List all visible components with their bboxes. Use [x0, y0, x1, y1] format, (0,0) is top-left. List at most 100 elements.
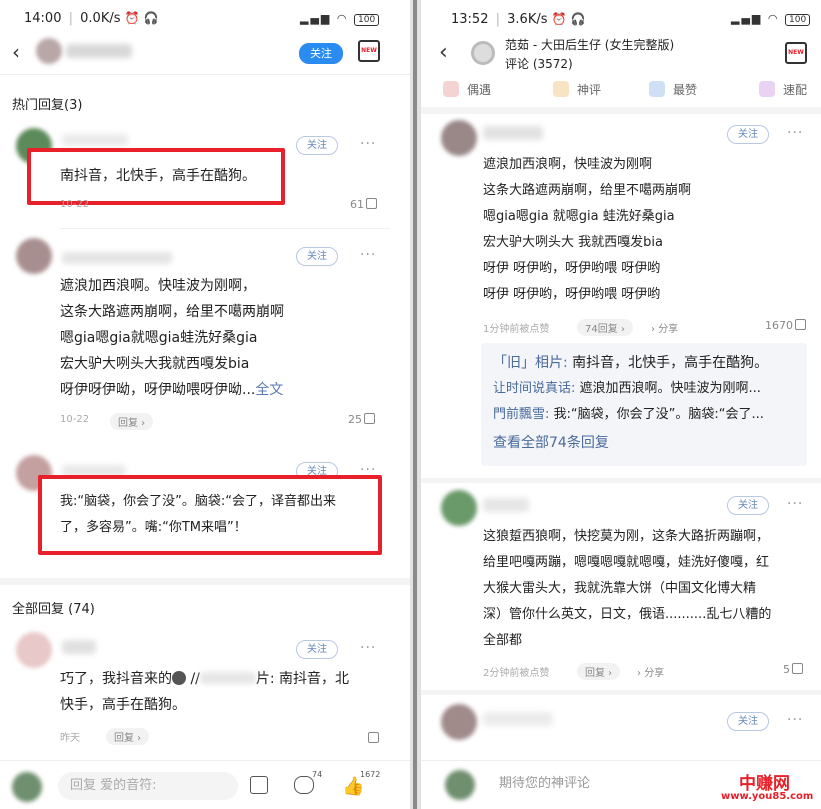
comment-line: 深）管你什么英文，日文，俄语..........乱七八糟的: [483, 607, 772, 622]
thumb-up-icon: [364, 413, 375, 424]
comment-icon[interactable]: [294, 776, 314, 794]
comment-line: 呀伊 呀伊哟，呀伊哟喂 呀伊哟: [483, 287, 661, 302]
reply-button[interactable]: 回复 ›: [106, 726, 150, 745]
tab-encounter[interactable]: 偶遇: [443, 81, 491, 98]
new-badge-icon[interactable]: NEW: [358, 40, 380, 62]
more-options-icon[interactable]: ···: [787, 712, 803, 728]
comment-line: 我:“脑袋，你会了没”。脑袋:“会了，译音都出来: [60, 494, 336, 509]
album-cover-icon[interactable]: [471, 41, 495, 65]
new-badge-icon[interactable]: NEW: [785, 42, 807, 64]
more-options-icon[interactable]: ···: [787, 496, 803, 512]
more-options-icon[interactable]: ···: [360, 640, 376, 656]
username-blurred: [62, 640, 96, 654]
like-count: 1672: [360, 770, 381, 779]
avatar[interactable]: [36, 38, 62, 64]
username-blurred: [62, 134, 128, 146]
comment-line: 呀伊呀伊呦，呀伊呦喂呀伊呦...全文: [60, 382, 284, 398]
username-blurred: [66, 44, 132, 58]
follow-button[interactable]: 关注: [727, 496, 769, 515]
back-icon[interactable]: ‹: [439, 40, 448, 65]
like-count[interactable]: 1670: [765, 319, 806, 332]
comment-line: 这条大路遮两崩啊，给里不噶两崩啊: [483, 183, 692, 198]
avatar[interactable]: [441, 490, 477, 526]
comment-line: 快手，高手在酷狗。: [60, 697, 186, 713]
follow-button[interactable]: 关注: [727, 712, 769, 731]
share-button[interactable]: › 分享: [637, 664, 664, 679]
comment-date: 10-22: [60, 414, 90, 425]
like-count[interactable]: 5: [783, 663, 803, 676]
right-screenshot: 13:52 | 3.6K/s ⏰ 🎧 ▂▄▆ ◠ 100 ‹ 范茹 - 大田后生…: [421, 0, 821, 809]
follow-button[interactable]: 关注: [299, 43, 343, 64]
tabs-separator: [421, 107, 821, 114]
comment-line: 巧了，我抖音来的 //片: 南抖音，北: [60, 671, 350, 687]
section-separator: [0, 578, 410, 585]
reply-button[interactable]: 回复 ›: [577, 661, 621, 680]
alarm-icon: ⏰: [551, 12, 567, 26]
bottom-divider: [0, 760, 410, 761]
headphone-icon: 🎧: [143, 11, 159, 25]
comment-date: 昨天: [60, 733, 80, 744]
username-blurred: [483, 126, 543, 140]
share-button[interactable]: › 分享: [651, 320, 678, 335]
follow-button[interactable]: 关注: [296, 640, 338, 659]
sub-reply-3[interactable]: 門前飄雪: 我:“脑袋，你会了没”。脑袋:“会了...: [493, 402, 764, 428]
sub-reply-2[interactable]: 让时间说真话: 遮浪加西浪啊。快哇波为刚啊...: [493, 376, 761, 402]
comment-text: 这狼踅西狼啊，快挖莫为刚，这条大路折两蹦啊， 给里吧嘎两蹦，嗯嘎嗯嘎就嗯嘎，娃洗…: [483, 524, 771, 654]
header-divider: [0, 74, 410, 75]
comment-date: 10-22: [60, 199, 90, 210]
more-options-icon[interactable]: ···: [360, 136, 376, 152]
follow-button[interactable]: 关注: [296, 247, 338, 266]
comment-line: 呀伊 呀伊哟，呀伊哟喂 呀伊哟: [483, 261, 661, 276]
comment-line: 嗯gia嗯gia就嗯gia蛙洗好桑gia: [60, 330, 258, 346]
follow-button[interactable]: 关注: [296, 136, 338, 155]
comment-line: 这狼踅西狼啊，快挖莫为刚，这条大路折两蹦啊，: [483, 529, 770, 544]
section-separator: [421, 690, 821, 695]
comment-text: 南抖音，北快手，高手在酷狗。: [60, 168, 256, 184]
username-blurred: [483, 712, 553, 726]
reply-input[interactable]: 回复 爱的音符:: [58, 772, 238, 800]
tab-god-comments[interactable]: 神评: [553, 81, 601, 98]
comment-line: 嗯gia嗯gia 就嗯gia 蛙洗好桑gia: [483, 209, 675, 224]
heart-icon: [443, 81, 459, 97]
tab-most-liked[interactable]: 最赞: [649, 81, 697, 98]
comment-line: 遮浪加西浪啊。快哇波为刚啊，: [60, 278, 256, 294]
chat-icon: [553, 81, 569, 97]
thumb-up-icon: [795, 319, 806, 330]
share-icon[interactable]: [250, 776, 268, 794]
avatar[interactable]: [16, 632, 52, 668]
reply-button[interactable]: 74回复 ›: [577, 317, 633, 336]
thumb-up-icon: [368, 732, 379, 743]
more-options-icon[interactable]: ···: [360, 247, 376, 263]
comment-line: 宏大驴大咧头大 我就西嘎发bia: [483, 235, 663, 250]
liked-time: 1分钟前被点赞: [483, 324, 550, 335]
signal-icon: ▂▄▆: [731, 12, 763, 25]
tab-match[interactable]: 速配: [759, 81, 807, 98]
song-title: 范茹 - 大田后生仔 (女生完整版): [505, 38, 675, 52]
comment-line: 这条大路遮两崩啊，给里不噶两崩啊: [60, 304, 284, 320]
thumb-up-icon: [649, 81, 665, 97]
comment-count: 74: [312, 770, 323, 779]
all-replies-title: 全部回复 (74): [12, 602, 95, 617]
back-icon[interactable]: ‹: [12, 40, 20, 64]
like-count[interactable]: 61: [350, 198, 377, 211]
like-icon[interactable]: 👍: [342, 776, 364, 797]
avatar: [445, 770, 475, 800]
avatar[interactable]: [441, 120, 477, 156]
alarm-icon: ⏰: [124, 11, 140, 25]
comment-text: 遮浪加西浪啊，快哇波为刚啊 这条大路遮两崩啊，给里不噶两崩啊 嗯gia嗯gia …: [483, 152, 691, 308]
avatar[interactable]: [441, 704, 477, 740]
status-speed: 0.0K/s: [80, 11, 121, 26]
read-more-link[interactable]: 全文: [255, 382, 283, 398]
view-all-replies-link[interactable]: 查看全部74条回复: [493, 430, 609, 456]
status-icons: ▂▄▆ ◠ 100: [731, 12, 811, 26]
like-button[interactable]: [366, 727, 379, 746]
reply-button[interactable]: 回复 ›: [110, 411, 154, 430]
status-icons: ▂▄▆ ◠ 100: [300, 12, 380, 26]
avatar[interactable]: [16, 238, 52, 274]
status-bar: 13:52 | 3.6K/s ⏰ 🎧: [451, 12, 586, 27]
more-options-icon[interactable]: ···: [787, 125, 803, 141]
status-time: 13:52: [451, 12, 489, 27]
sub-reply-1[interactable]: 「旧」相片: 南抖音，北快手，高手在酷狗。: [493, 350, 768, 376]
like-count[interactable]: 25: [348, 413, 375, 426]
follow-button[interactable]: 关注: [727, 125, 769, 144]
